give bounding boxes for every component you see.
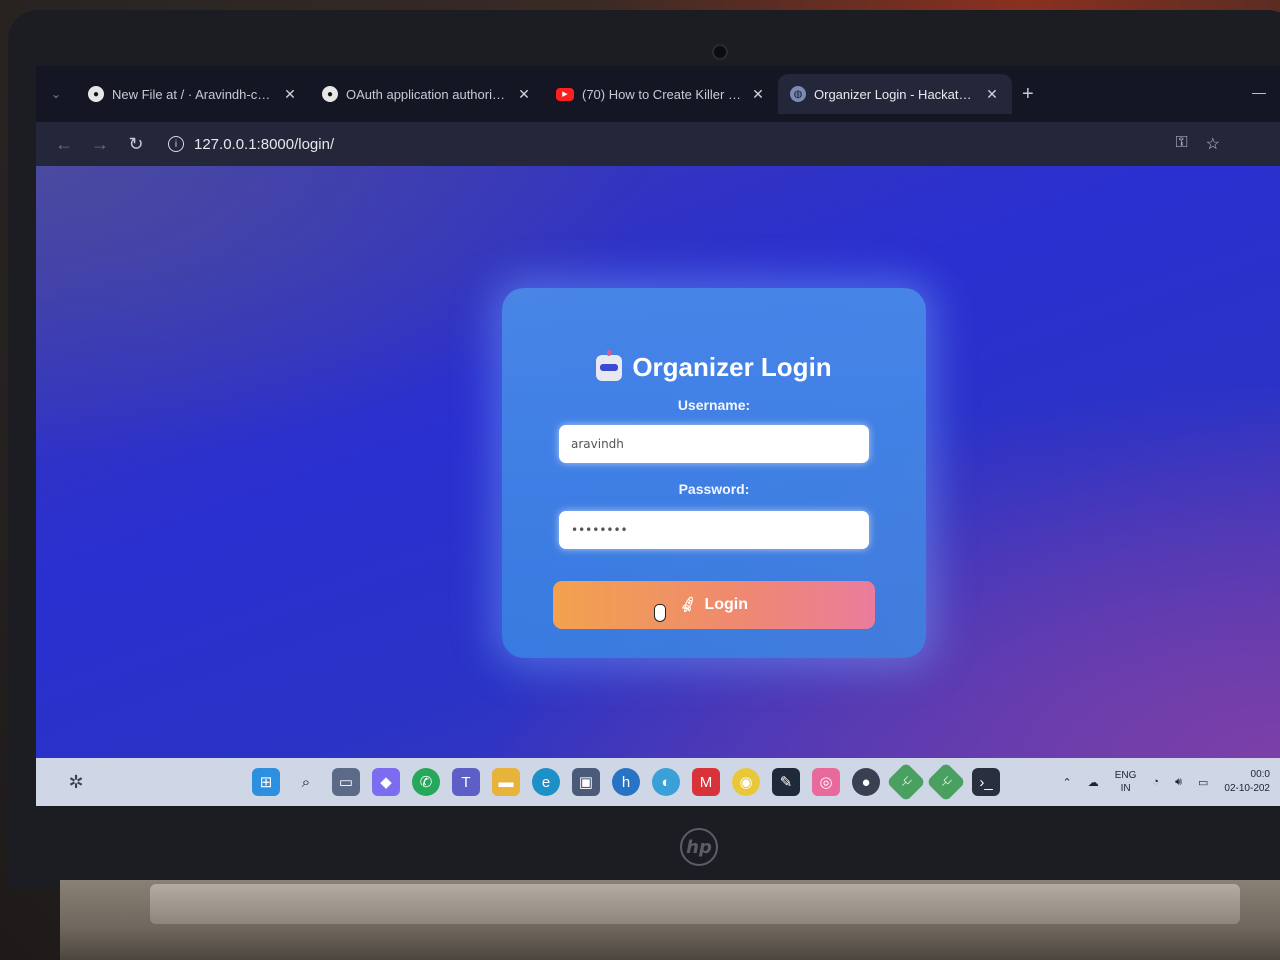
key-icon[interactable]: ⚿ <box>1175 134 1187 154</box>
store-icon[interactable]: ▣ <box>572 768 600 796</box>
tab-oauth-authorized[interactable]: ● OAuth application authorized ✕ <box>310 74 544 114</box>
webcam-icon <box>712 44 728 60</box>
language-bottom: IN <box>1120 783 1131 794</box>
laptop-hinge <box>150 884 1240 924</box>
tab-title: New File at / · Aravindh-coder/ <box>112 86 274 102</box>
close-icon[interactable]: ✕ <box>516 86 532 103</box>
rocket-icon: 🚀︎ <box>677 594 699 615</box>
back-icon[interactable]: ← <box>46 126 82 162</box>
github-icon: ● <box>322 86 338 102</box>
terminal-icon[interactable]: ›_ <box>972 768 1000 796</box>
copilot-icon[interactable]: ◆ <box>372 768 400 796</box>
reload-icon[interactable]: ↻ <box>118 126 154 162</box>
app-icon[interactable]: ◎ <box>812 768 840 796</box>
site-info-icon[interactable]: i <box>168 136 184 152</box>
login-button[interactable]: 🚀︎ Login <box>553 581 875 629</box>
login-title: Organizer Login <box>632 352 832 382</box>
youtube-icon: ▶ <box>556 87 574 101</box>
username-label: Username: <box>677 397 751 413</box>
close-icon[interactable]: ✕ <box>750 86 766 103</box>
laptop-screen: ⌄ ● New File at / · Aravindh-coder/ ✕ ● … <box>36 66 1280 806</box>
hand-cursor-icon <box>654 604 666 622</box>
hp-icon[interactable]: h <box>612 768 640 796</box>
taskbar: ✲ ⊞ ⌕ ▭ ◆ ✆ T ▬ e ▣ h ◐ M ◉ ✎ ◎ ● ⑂ ⑂ ›_… <box>36 758 1280 806</box>
url-text: 127.0.0.1:8000/login/ <box>194 135 335 153</box>
minimize-icon[interactable]: — <box>1252 84 1266 100</box>
tab-title: (70) How to Create Killer GitHu <box>582 86 742 102</box>
start-icon[interactable]: ⊞ <box>252 768 280 796</box>
tab-title: OAuth application authorized <box>346 86 508 102</box>
tab-bar: ⌄ ● New File at / · Aravindh-coder/ ✕ ● … <box>36 66 1280 122</box>
star-icon[interactable]: ☆ <box>1206 134 1220 154</box>
language-top: ENG <box>1114 770 1137 781</box>
username-input[interactable] <box>559 425 869 463</box>
github-icon: ● <box>88 86 104 102</box>
taskbar-apps: ⊞ ⌕ ▭ ◆ ✆ T ▬ e ▣ h ◐ M ◉ ✎ ◎ ● ⑂ ⑂ ›_ <box>252 762 1000 802</box>
language-indicator[interactable]: ENG IN <box>1115 769 1137 795</box>
github-desktop-icon[interactable]: ● <box>852 768 880 796</box>
onedrive-icon[interactable]: ☁ <box>1088 776 1099 789</box>
tab-github-new-file[interactable]: ● New File at / · Aravindh-coder/ ✕ <box>76 74 310 114</box>
page-title: Organizer Login <box>596 349 832 383</box>
login-button-label: Login <box>704 596 749 613</box>
page-viewport: Organizer Login Username: Password: 🚀︎ L… <box>36 166 1280 758</box>
close-icon[interactable]: ✕ <box>282 86 298 103</box>
system-tray: ⌃ ☁ ENG IN ◔ 🔊︎ ▭ 00:0 02-10-202 <box>1063 768 1280 796</box>
git-icon[interactable]: ⑂ <box>926 762 966 802</box>
close-icon[interactable]: ✕ <box>984 86 1000 103</box>
battery-icon[interactable]: ▭ <box>1198 776 1208 789</box>
task-view-icon[interactable]: ▭ <box>332 768 360 796</box>
app-icon[interactable]: ✎ <box>772 768 800 796</box>
git-icon[interactable]: ⑂ <box>886 762 926 802</box>
chevron-up-icon[interactable]: ⌃ <box>1063 776 1072 789</box>
file-explorer-icon[interactable]: ▬ <box>492 768 520 796</box>
password-label: Password: <box>678 481 750 497</box>
chrome-icon[interactable]: ◉ <box>732 768 760 796</box>
date-text: 02-10-202 <box>1224 783 1270 794</box>
hp-logo: hp <box>680 828 718 866</box>
edge-icon[interactable]: e <box>532 768 560 796</box>
volume-icon[interactable]: 🔊︎ <box>1175 776 1182 789</box>
tab-youtube[interactable]: ▶ (70) How to Create Killer GitHu ✕ <box>544 74 778 114</box>
tab-search-icon[interactable]: ⌄ <box>36 74 76 114</box>
globe-icon: ◍ <box>790 86 806 102</box>
tab-title: Organizer Login - Hackathon <box>814 86 976 102</box>
login-card: Organizer Login Username: Password: 🚀︎ L… <box>502 288 926 658</box>
mcafee-icon[interactable]: M <box>692 768 720 796</box>
new-tab-button[interactable]: + <box>1012 83 1044 106</box>
forward-icon[interactable]: → <box>82 126 118 162</box>
whatsapp-icon[interactable]: ✆ <box>412 768 440 796</box>
clock[interactable]: 00:0 02-10-202 <box>1224 768 1270 796</box>
app-icon[interactable]: ◐ <box>652 768 680 796</box>
address-bar[interactable]: i 127.0.0.1:8000/login/ ⚿ ☆ <box>168 128 1228 160</box>
tab-organizer-login[interactable]: ◍ Organizer Login - Hackathon ✕ <box>778 74 1012 114</box>
time-text: 00:0 <box>1250 769 1270 780</box>
teams-icon[interactable]: T <box>452 768 480 796</box>
wifi-icon[interactable]: ◔ <box>1152 776 1159 788</box>
robot-icon <box>596 349 623 381</box>
browser-toolbar: ← → ↻ i 127.0.0.1:8000/login/ ⚿ ☆ <box>36 122 1280 166</box>
password-input[interactable] <box>559 511 869 549</box>
search-icon[interactable]: ⌕ <box>292 768 320 796</box>
widgets-icon[interactable]: ✲ <box>36 772 116 793</box>
